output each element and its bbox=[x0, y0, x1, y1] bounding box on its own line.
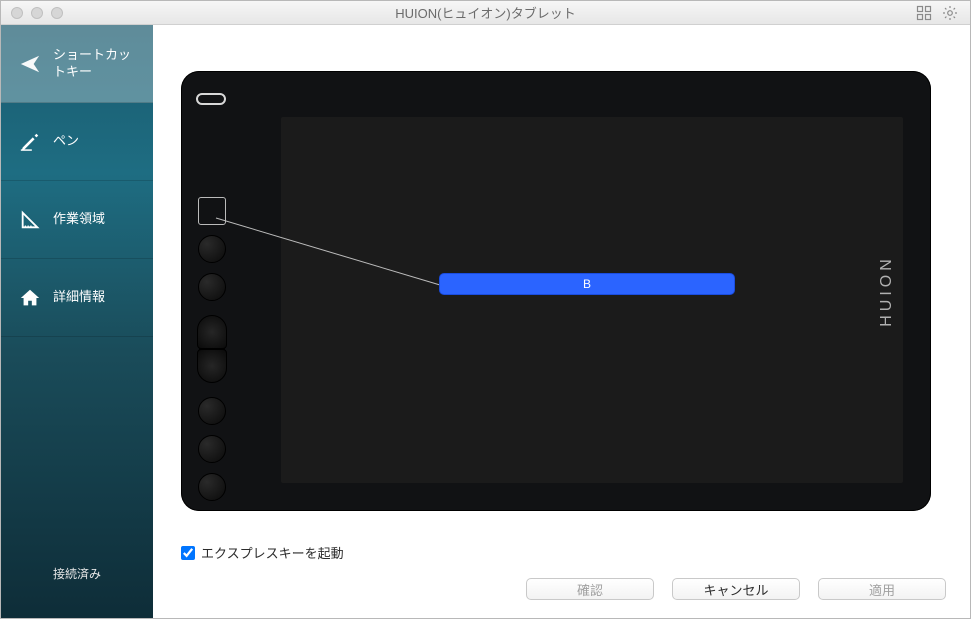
apply-button[interactable]: 適用 bbox=[818, 578, 946, 600]
express-key-6[interactable] bbox=[198, 473, 226, 501]
sidebar-item-details[interactable]: 詳細情報 bbox=[1, 259, 153, 337]
express-key-2[interactable] bbox=[198, 235, 226, 263]
sidebar-item-label: 作業領域 bbox=[53, 211, 105, 228]
connection-status: 接続済み bbox=[1, 565, 153, 618]
app-window: HUION(ヒュイオン)タブレット ショートカットキー ペン bbox=[0, 0, 971, 619]
pen-icon bbox=[19, 131, 41, 153]
minimize-window-button[interactable] bbox=[31, 7, 43, 19]
main-panel: HUION B エクスプレスキーを起動 確認 キャンセル 適用 bbox=[153, 25, 970, 618]
enable-express-keys-label: エクスプレスキーを起動 bbox=[201, 543, 344, 562]
brand-label: HUION bbox=[878, 255, 896, 327]
window-controls bbox=[11, 7, 63, 19]
cancel-button[interactable]: キャンセル bbox=[672, 578, 800, 600]
express-keys-column bbox=[195, 197, 229, 501]
tablet-screen bbox=[281, 117, 903, 483]
express-key-assignment-button[interactable]: B bbox=[440, 274, 734, 294]
express-key-assignment-label: B bbox=[583, 277, 591, 291]
apply-button-label: 適用 bbox=[869, 580, 895, 599]
sidebar-item-work-area[interactable]: 作業領域 bbox=[1, 181, 153, 259]
zoom-window-button[interactable] bbox=[51, 7, 63, 19]
express-key-3[interactable] bbox=[198, 273, 226, 301]
close-window-button[interactable] bbox=[11, 7, 23, 19]
express-key-4[interactable] bbox=[198, 397, 226, 425]
sidebar-item-label: ショートカットキー bbox=[53, 47, 143, 81]
cancel-button-label: キャンセル bbox=[703, 580, 768, 599]
titlebar: HUION(ヒュイオン)タブレット bbox=[1, 1, 970, 25]
tablet-area: HUION B エクスプレスキーを起動 確認 キャンセル 適用 bbox=[153, 25, 970, 618]
arrow-send-icon bbox=[19, 53, 41, 75]
gear-icon[interactable] bbox=[942, 5, 958, 21]
sidebar-item-shortcut-keys[interactable]: ショートカットキー bbox=[1, 25, 153, 103]
home-icon bbox=[19, 287, 41, 309]
sidebar-item-pen[interactable]: ペン bbox=[1, 103, 153, 181]
window-title: HUION(ヒュイオン)タブレット bbox=[1, 3, 970, 22]
sidebar-item-label: ペン bbox=[53, 133, 79, 150]
enable-express-keys-row: エクスプレスキーを起動 bbox=[181, 543, 344, 562]
touch-strip[interactable] bbox=[197, 315, 227, 383]
express-key-1[interactable] bbox=[198, 197, 226, 225]
ok-button-label: 確認 bbox=[577, 580, 603, 599]
enable-express-keys-checkbox[interactable] bbox=[181, 546, 195, 560]
sidebar-item-label: 詳細情報 bbox=[53, 289, 105, 306]
power-indicator-icon bbox=[196, 93, 226, 105]
dialog-buttons: 確認 キャンセル 適用 bbox=[526, 578, 946, 600]
triangle-ruler-icon bbox=[19, 209, 41, 231]
ok-button[interactable]: 確認 bbox=[526, 578, 654, 600]
express-key-5[interactable] bbox=[198, 435, 226, 463]
sidebar: ショートカットキー ペン 作業領域 詳細情報 bbox=[1, 25, 153, 618]
content-area: ショートカットキー ペン 作業領域 詳細情報 bbox=[1, 25, 970, 618]
grid-icon[interactable] bbox=[916, 5, 932, 21]
